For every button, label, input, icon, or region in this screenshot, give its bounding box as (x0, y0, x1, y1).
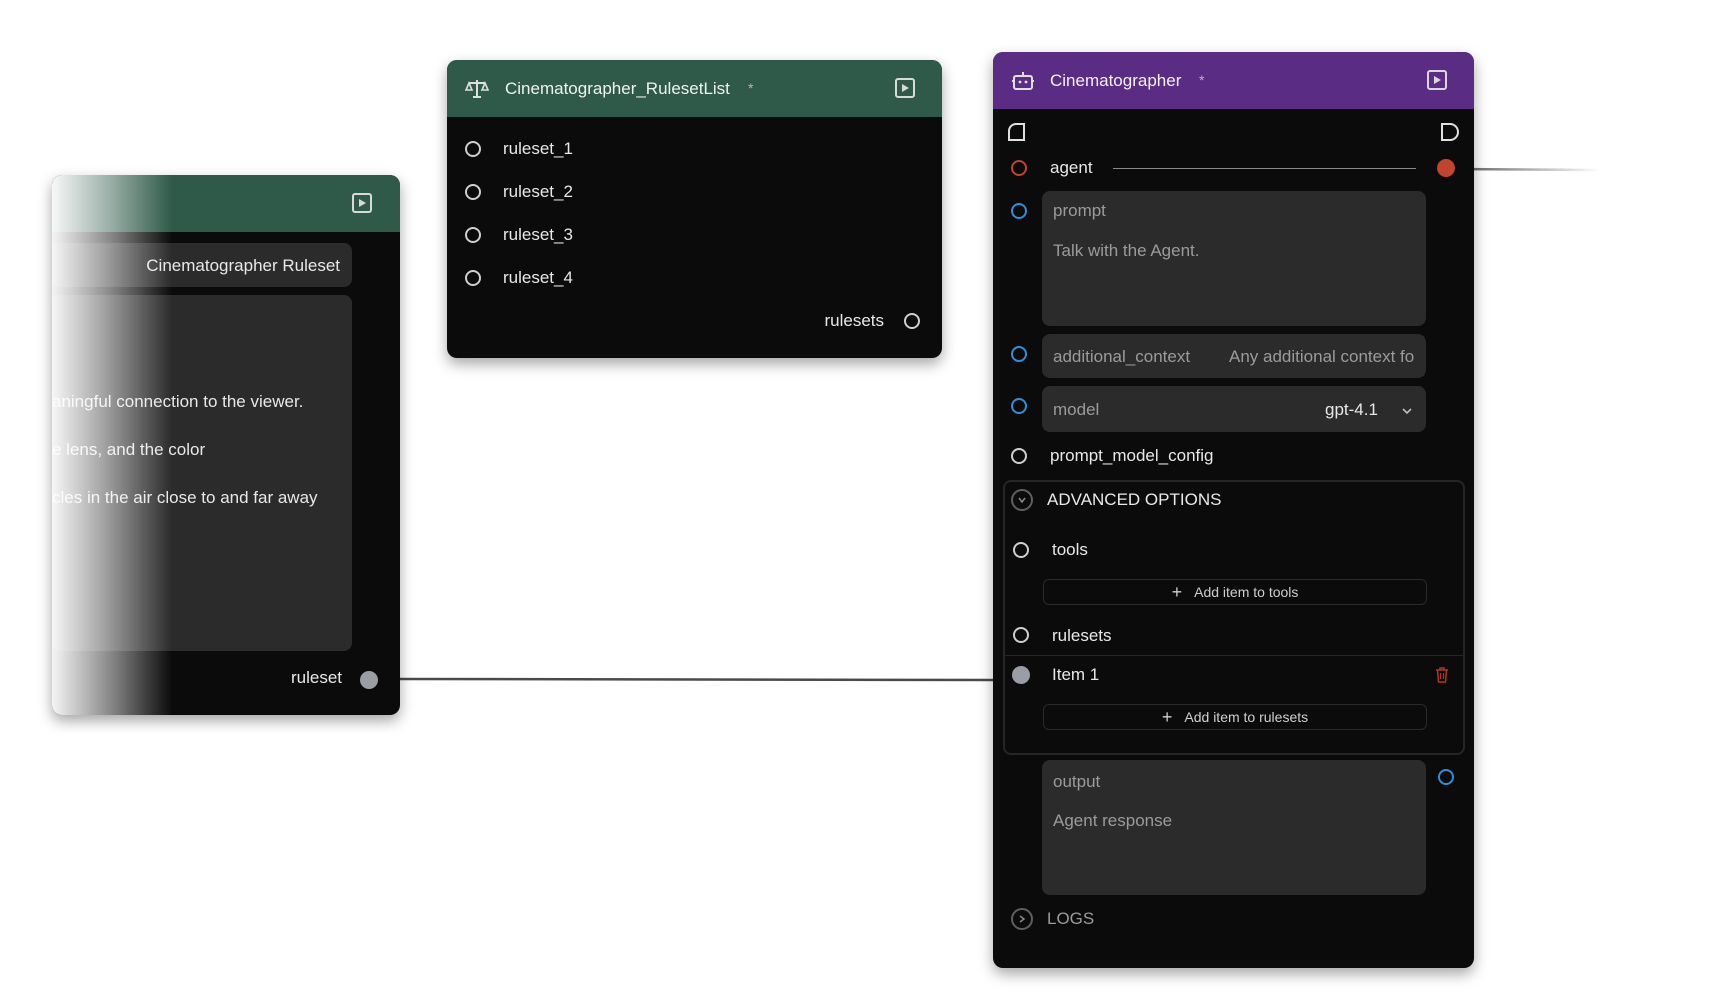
ruleset-node-header[interactable] (52, 175, 400, 232)
ruleset-4-label: ruleset_4 (503, 268, 573, 287)
chevron-right-icon (1019, 915, 1026, 923)
additional-context-label: additional_context (1053, 347, 1191, 366)
output-placeholder: Agent response (1053, 811, 1173, 830)
agent-output-port[interactable] (1437, 159, 1455, 177)
plus-icon: + (1161, 706, 1173, 727)
rules-line: e lens, and the color (52, 440, 206, 459)
rulesets-port[interactable] (1013, 627, 1029, 643)
ruleset-list-title: Cinematographer_RulesetList (505, 79, 730, 98)
prompt-model-config-label: prompt_model_config (1050, 446, 1214, 465)
logs-toggle[interactable] (1011, 908, 1033, 930)
scale-icon (464, 77, 490, 101)
modified-marker: * (748, 80, 754, 96)
tools-label: tools (1052, 540, 1088, 559)
ruleset-2-port[interactable] (465, 184, 481, 200)
prompt-textarea[interactable]: prompt Talk with the Agent. (1042, 191, 1426, 326)
model-value: gpt-4.1 (1325, 400, 1378, 419)
ruleset-output-port[interactable] (360, 671, 378, 689)
ruleset-1-port[interactable] (465, 141, 481, 157)
ruleset-output-label: ruleset (290, 668, 342, 687)
model-select[interactable]: model gpt-4.1 (1042, 386, 1426, 432)
chevron-down-icon (1401, 404, 1413, 416)
model-port[interactable] (1011, 398, 1027, 414)
play-icon (902, 84, 909, 92)
ruleset-name-field[interactable]: Cinematographer Ruleset (52, 243, 352, 287)
prompt-input-port[interactable] (1011, 203, 1027, 219)
output-textarea[interactable]: output Agent response (1042, 760, 1426, 895)
additional-context-placeholder: Any additional context fo (1229, 347, 1415, 366)
rulesets-output-label: rulesets (824, 311, 884, 330)
run-node-button[interactable] (895, 78, 915, 98)
agent-node-title: Cinematographer (1050, 71, 1182, 90)
agent-node[interactable]: Cinematographer * agent prompt Talk with… (993, 52, 1474, 968)
rulesets-output-port[interactable] (904, 313, 920, 329)
advanced-options-label[interactable]: ADVANCED OPTIONS (1047, 490, 1221, 510)
output-label: output (1053, 772, 1101, 791)
ruleset-name-value: Cinematographer Ruleset (146, 256, 340, 275)
prompt-label: prompt (1053, 201, 1106, 220)
play-icon (1434, 76, 1441, 84)
model-label: model (1053, 400, 1100, 419)
plus-icon: + (1171, 581, 1183, 602)
rules-line: cles in the air close to and far away (52, 488, 318, 507)
prompt-model-config-port[interactable] (1011, 448, 1027, 464)
rules-line: aningful connection to the viewer. (52, 392, 304, 411)
prompt-placeholder: Talk with the Agent. (1053, 241, 1200, 260)
tools-port[interactable] (1013, 542, 1029, 558)
rules-textarea[interactable]: aningful connection to the viewer. e len… (52, 295, 352, 651)
agent-node-header[interactable]: Cinematographer * (993, 52, 1474, 109)
chevron-down-icon (1018, 497, 1026, 504)
ruleset-3-label: ruleset_3 (503, 225, 573, 244)
control-out-port[interactable] (1440, 122, 1460, 142)
rulesets-divider (1005, 655, 1463, 656)
ruleset-to-rulesets-edge[interactable] (399, 677, 996, 682)
rulesets-item-port[interactable] (1012, 666, 1030, 684)
run-node-button[interactable] (1427, 70, 1447, 90)
agent-label: agent (1050, 158, 1093, 177)
trash-icon[interactable] (1434, 666, 1450, 684)
ruleset-4-port[interactable] (465, 270, 481, 286)
robot-icon (1011, 69, 1035, 93)
additional-context-field[interactable]: additional_context Any additional contex… (1042, 334, 1426, 378)
output-port[interactable] (1438, 769, 1454, 785)
agent-divider (1113, 168, 1416, 169)
rulesets-label: rulesets (1052, 626, 1112, 645)
add-tools-button[interactable]: + Add item to tools (1043, 579, 1427, 605)
logs-label[interactable]: LOGS (1047, 909, 1094, 929)
add-rulesets-label: Add item to rulesets (1184, 709, 1309, 725)
add-tools-label: Add item to tools (1194, 584, 1299, 600)
advanced-options-toggle[interactable] (1011, 489, 1033, 511)
ruleset-1-label: ruleset_1 (503, 139, 573, 158)
play-icon (359, 199, 366, 207)
ruleset-list-header[interactable]: Cinematographer_RulesetList * (447, 60, 942, 117)
ruleset-2-label: ruleset_2 (503, 182, 573, 201)
ruleset-node[interactable]: Cinematographer Ruleset aningful connect… (52, 175, 400, 715)
modified-marker: * (1199, 72, 1205, 88)
ruleset-list-node[interactable]: Cinematographer_RulesetList * ruleset_1 … (447, 60, 942, 358)
ruleset-3-port[interactable] (465, 227, 481, 243)
add-rulesets-button[interactable]: + Add item to rulesets (1043, 704, 1427, 730)
rulesets-item-label: Item 1 (1052, 665, 1100, 684)
run-node-button[interactable] (352, 193, 372, 213)
control-in-port[interactable] (1007, 122, 1027, 142)
additional-context-port[interactable] (1011, 346, 1027, 362)
agent-input-port[interactable] (1011, 160, 1027, 176)
